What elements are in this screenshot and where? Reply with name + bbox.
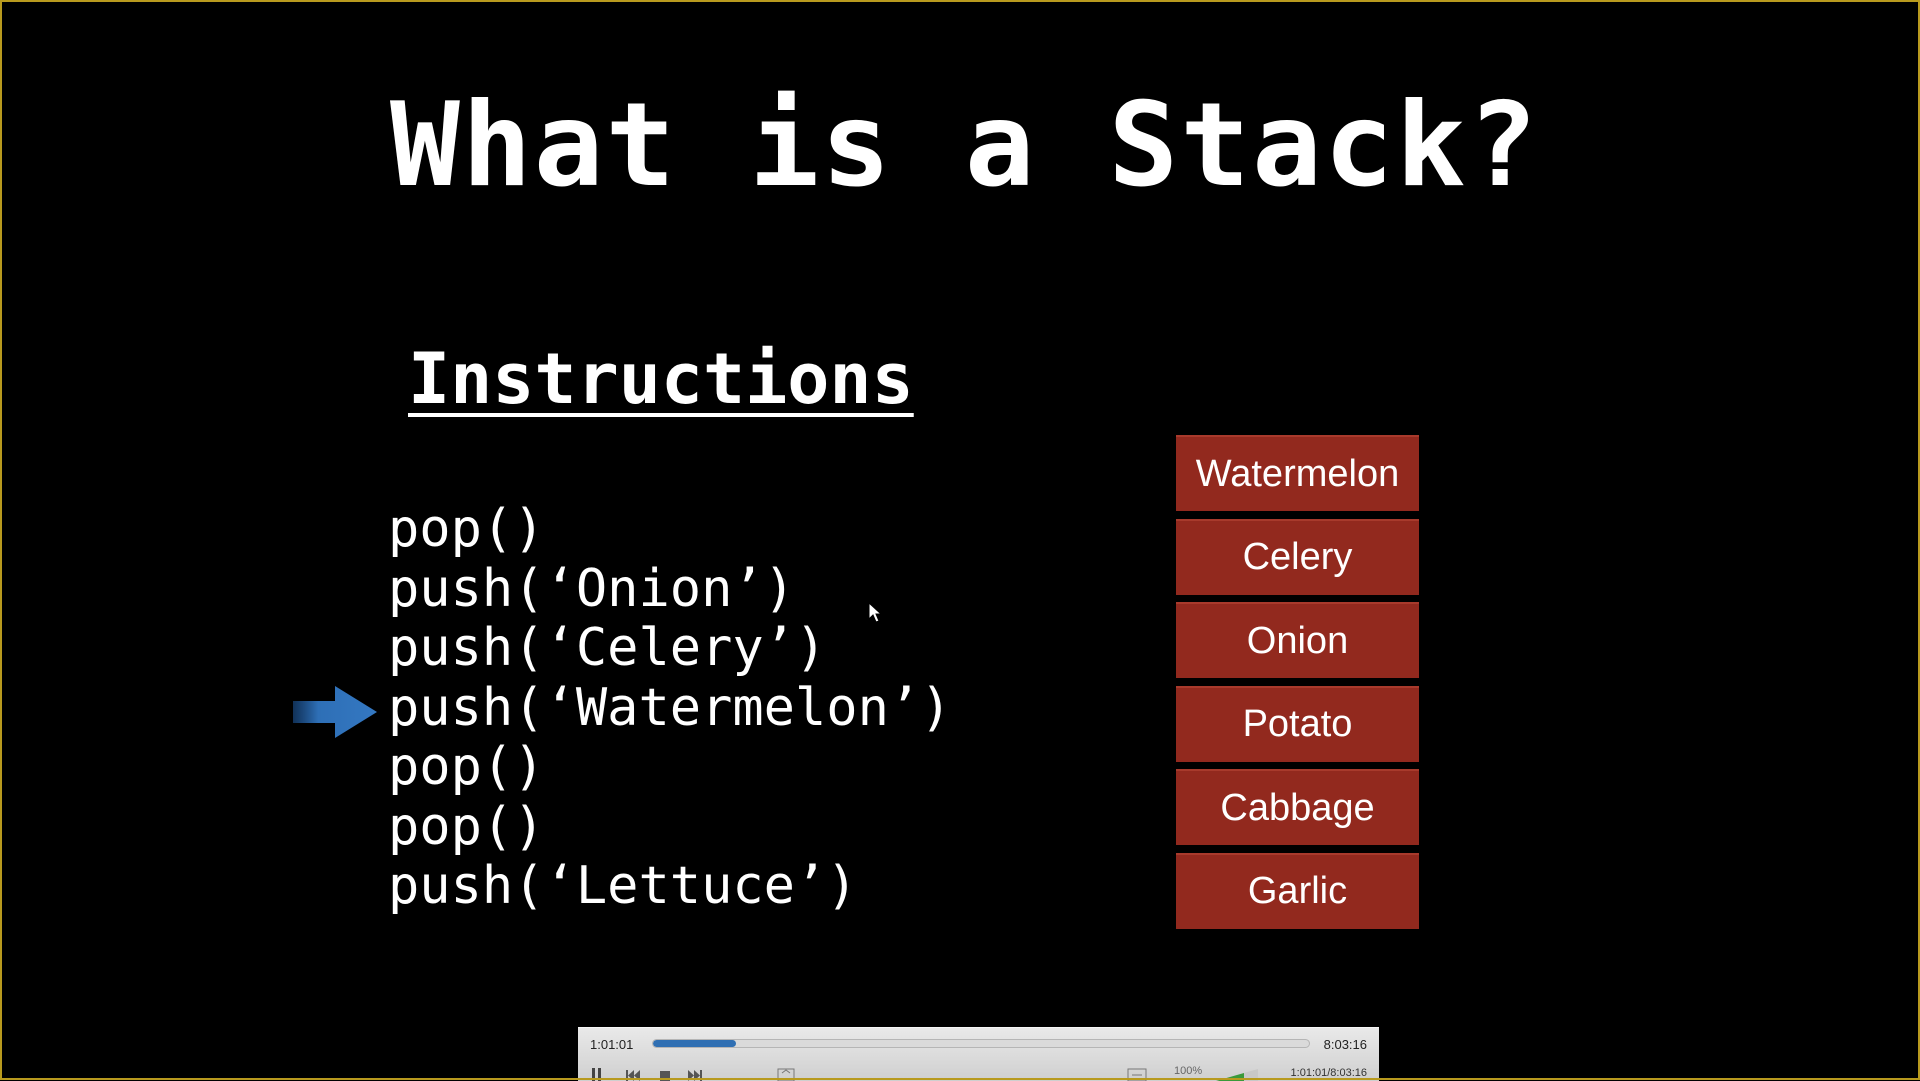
stack-item-top: Watermelon	[1176, 435, 1419, 511]
time-readout: 1:01:01/8:03:16	[1290, 1067, 1367, 1079]
skip-back-icon	[626, 1070, 640, 1081]
volume-label: 100%	[1174, 1065, 1203, 1077]
right-arrow-icon	[293, 686, 377, 738]
instruction-line: pop()	[388, 499, 545, 559]
aspect-button[interactable]	[1126, 1064, 1148, 1081]
instruction-line-current: push(‘Watermelon’)	[388, 677, 952, 738]
total-time: 8:03:16	[1323, 1037, 1367, 1052]
instruction-line: push(‘Onion’)	[388, 558, 795, 619]
media-player-controls: 1:01:01 8:03:16 100% 1:01:01/8:03:16	[578, 1027, 1379, 1081]
instructions-heading: Instructions	[408, 338, 914, 420]
stack-item: Onion	[1176, 602, 1419, 678]
previous-button[interactable]	[622, 1064, 644, 1081]
fullscreen-icon	[777, 1068, 795, 1081]
instruction-line: pop()	[388, 796, 545, 857]
pause-icon	[592, 1068, 601, 1081]
stack-diagram: Watermelon Celery Onion Potato Cabbage G…	[1176, 435, 1419, 936]
skip-forward-icon	[688, 1070, 702, 1081]
seek-bar-progress	[653, 1040, 736, 1047]
stack-item: Celery	[1176, 518, 1419, 595]
slide-title: What is a Stack?	[390, 78, 1540, 213]
stop-icon	[660, 1071, 670, 1081]
instruction-line: push(‘Celery’)	[388, 618, 827, 678]
next-button[interactable]	[684, 1064, 706, 1081]
fullscreen-button[interactable]	[775, 1064, 797, 1081]
stack-item-bottom: Garlic	[1176, 852, 1419, 929]
slide: What is a Stack? Instructions pop() push…	[0, 0, 1920, 1080]
instruction-line: push(‘Lettuce’)	[388, 856, 858, 916]
mouse-cursor-icon	[868, 602, 883, 623]
aspect-icon	[1127, 1068, 1147, 1081]
stack-item: Cabbage	[1176, 769, 1419, 845]
instruction-line: pop()	[388, 737, 545, 797]
pause-button[interactable]	[586, 1064, 608, 1081]
volume-slider[interactable]	[1214, 1064, 1258, 1081]
seek-bar[interactable]	[652, 1039, 1310, 1048]
instruction-list: pop() push(‘Onion’) push(‘Celery’) push(…	[388, 499, 952, 917]
stack-item: Potato	[1176, 685, 1419, 762]
stop-button[interactable]	[654, 1064, 676, 1081]
current-time: 1:01:01	[590, 1037, 634, 1052]
